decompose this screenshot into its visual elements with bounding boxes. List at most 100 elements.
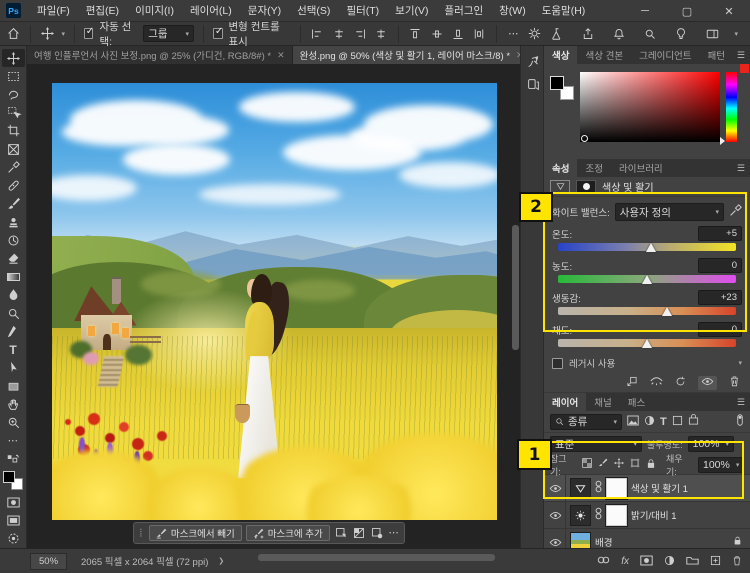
menu-window[interactable]: 창(W) xyxy=(491,0,534,22)
dodge-tool[interactable] xyxy=(2,304,25,322)
blur-tool[interactable] xyxy=(2,286,25,304)
brush-tool[interactable] xyxy=(2,195,25,213)
align-right-icon[interactable] xyxy=(352,25,367,43)
hand-tool[interactable] xyxy=(2,395,25,413)
menu-view[interactable]: 보기(V) xyxy=(387,0,436,22)
tab-properties[interactable]: 속성 xyxy=(544,159,577,177)
hue-slider[interactable] xyxy=(726,72,737,142)
home-icon[interactable] xyxy=(6,25,21,43)
notifications-bell-icon[interactable] xyxy=(610,25,628,43)
layer-mask-thumbnail[interactable] xyxy=(606,478,627,499)
menu-file[interactable]: 파일(F) xyxy=(29,0,78,22)
pen-tool[interactable] xyxy=(2,322,25,340)
show-transform-checkbox[interactable] xyxy=(213,28,223,39)
tab-libraries[interactable]: 라이브러리 xyxy=(611,159,671,177)
frame-tool[interactable] xyxy=(2,140,25,158)
mask-link-icon[interactable] xyxy=(595,507,602,523)
auto-select-dropdown[interactable]: 그룹▾ xyxy=(143,25,194,42)
move-tool[interactable] xyxy=(2,49,25,67)
crop-tool[interactable] xyxy=(2,122,25,140)
tint-slider[interactable] xyxy=(558,275,736,283)
layer-mask-thumbnail[interactable] xyxy=(606,505,627,526)
document-photo[interactable] xyxy=(52,83,497,520)
delete-layer-trash-icon[interactable] xyxy=(732,555,742,569)
blend-mode-dropdown[interactable]: 표준▾ xyxy=(550,436,642,452)
share-icon[interactable] xyxy=(579,25,597,43)
screen-mode-icon[interactable] xyxy=(2,511,25,529)
healing-brush-tool[interactable] xyxy=(2,177,25,195)
eyedropper-tool[interactable] xyxy=(2,158,25,176)
canvas-area[interactable]: ⡇ 마스크에서 빼기 마스크에 추가 ⋯ xyxy=(27,64,520,548)
drag-handle-icon[interactable]: ⡇ xyxy=(139,531,145,535)
filter-type-layers-icon[interactable]: T xyxy=(660,416,667,428)
type-tool[interactable]: T xyxy=(2,341,25,359)
filter-smart-objects-icon[interactable] xyxy=(688,414,699,429)
filter-pixel-layers-icon[interactable] xyxy=(627,415,639,429)
subtract-from-mask-button[interactable]: 마스크에서 빼기 xyxy=(149,525,242,541)
temperature-slider[interactable] xyxy=(558,243,736,251)
panel-menu-icon[interactable]: ☰ xyxy=(737,46,745,64)
tab-gradients[interactable]: 그레이디언트 xyxy=(631,46,699,64)
align-center-h-icon[interactable] xyxy=(331,25,346,43)
learn-panel-icon[interactable] xyxy=(523,52,543,72)
layer-row-brightness[interactable]: 밝기/대비 1 xyxy=(544,502,750,529)
layer-visibility-eye-icon[interactable] xyxy=(546,502,566,528)
filter-toggle-icon[interactable] xyxy=(736,414,744,429)
align-left-icon[interactable] xyxy=(310,25,325,43)
menu-plugins[interactable]: 플러그인 xyxy=(437,0,492,22)
tab-patterns[interactable]: 패턴 xyxy=(700,46,733,64)
lock-transparency-icon[interactable] xyxy=(582,458,592,471)
vibrance-adjustment-thumbnail[interactable] xyxy=(570,478,591,499)
white-balance-eyedropper-icon[interactable] xyxy=(729,204,742,220)
color-swatch-pair[interactable] xyxy=(550,76,574,100)
chevron-down-icon[interactable]: ▾ xyxy=(61,30,65,38)
tab-layers[interactable]: 레이어 xyxy=(544,393,586,411)
panel-menu-icon[interactable]: ☰ xyxy=(737,159,745,177)
legacy-checkbox[interactable] xyxy=(552,358,563,369)
chevron-right-icon[interactable]: ❯ xyxy=(218,557,224,565)
new-group-folder-icon[interactable] xyxy=(686,555,699,568)
beta-flask-icon[interactable] xyxy=(548,25,566,43)
path-selection-tool[interactable] xyxy=(2,359,25,377)
previous-state-eye-icon[interactable] xyxy=(650,376,663,389)
add-to-mask-button[interactable]: 마스크에 추가 xyxy=(246,525,330,541)
eraser-tool[interactable] xyxy=(2,249,25,267)
vertical-scrollbar[interactable] xyxy=(512,225,519,350)
saturation-slider[interactable] xyxy=(558,339,736,347)
maximize-button[interactable]: ▢ xyxy=(666,0,708,22)
tab-swatches[interactable]: 색상 견본 xyxy=(577,46,631,64)
close-button[interactable]: ✕ xyxy=(708,0,750,22)
distribute-top-icon[interactable] xyxy=(408,25,423,43)
foreground-background-swatches[interactable] xyxy=(3,471,23,490)
lock-all-icon[interactable] xyxy=(646,458,656,472)
brightness-adjustment-thumbnail[interactable] xyxy=(570,505,591,526)
more-options-icon[interactable]: ⋯ xyxy=(506,25,521,43)
zoom-tool[interactable] xyxy=(2,413,25,431)
object-selection-tool[interactable] xyxy=(2,104,25,122)
auto-select-checkbox[interactable] xyxy=(84,28,94,39)
filter-shape-layers-icon[interactable] xyxy=(672,415,683,429)
distribute-center-icon[interactable] xyxy=(429,25,444,43)
comments-panel-icon[interactable] xyxy=(523,74,543,94)
saturation-value[interactable]: 0 xyxy=(698,322,742,337)
slider-thumb[interactable] xyxy=(642,275,652,284)
tab-paths[interactable]: 패스 xyxy=(620,393,653,411)
filter-type-dropdown[interactable]: 종류 ▾ xyxy=(550,414,622,430)
chevron-down-icon[interactable]: ▾ xyxy=(734,30,738,38)
vibrance-value[interactable]: +23 xyxy=(698,290,742,305)
slider-thumb[interactable] xyxy=(646,243,656,252)
temperature-value[interactable]: +5 xyxy=(698,226,742,241)
layer-effects-fx-icon[interactable]: fx xyxy=(621,556,629,567)
fill-dropdown[interactable]: 100%▾ xyxy=(698,457,744,473)
quick-mask-icon[interactable] xyxy=(2,493,25,511)
white-balance-dropdown[interactable]: 사용자 정의▾ xyxy=(615,203,724,221)
tab-color[interactable]: 색상 xyxy=(544,46,577,64)
layer-lock-icon[interactable] xyxy=(733,535,742,549)
search-icon[interactable] xyxy=(641,25,659,43)
swap-colors-icon[interactable] xyxy=(2,450,25,468)
add-adjustment-icon[interactable] xyxy=(664,555,675,569)
tab-channels[interactable]: 채널 xyxy=(586,393,619,411)
capture-icon[interactable] xyxy=(2,530,25,548)
foreground-color-swatch[interactable] xyxy=(550,76,564,90)
tab-adjustments[interactable]: 조정 xyxy=(577,159,610,177)
